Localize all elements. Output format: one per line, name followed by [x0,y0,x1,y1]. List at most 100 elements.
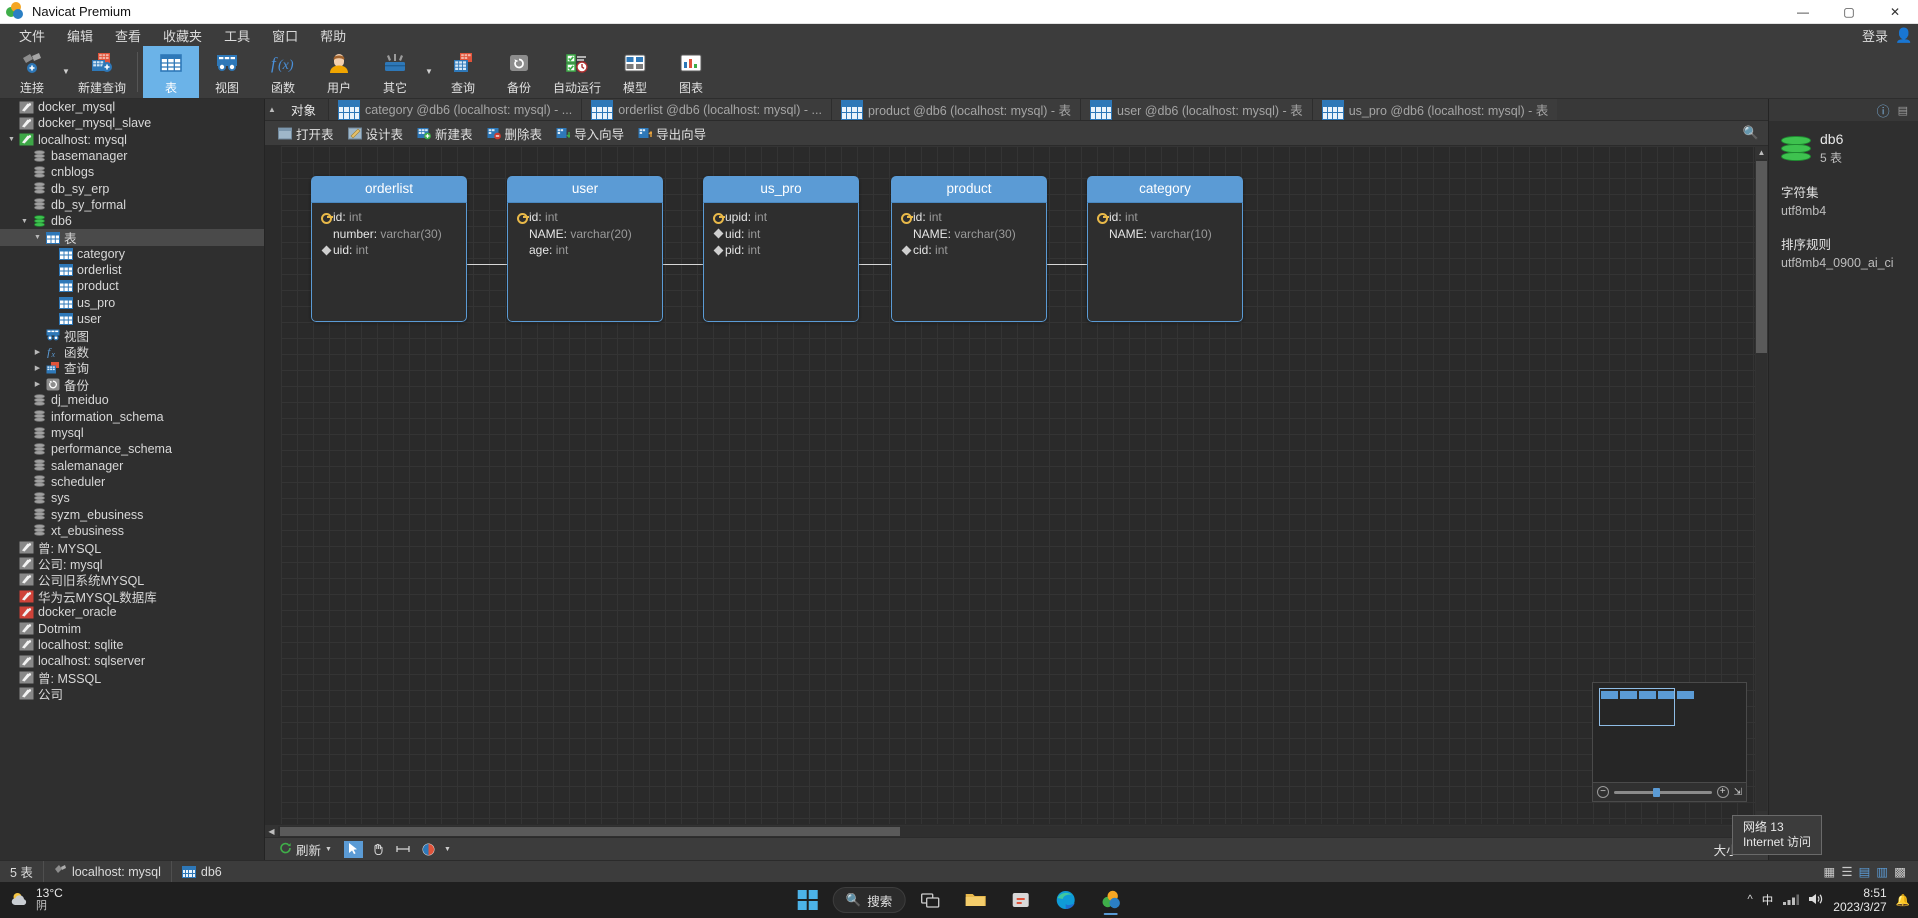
network-icon[interactable] [1782,892,1799,909]
toolbar-button-connection[interactable]: 连接 [4,46,60,98]
tree-item--mysql[interactable]: 公司: mysql [0,555,264,571]
zoom-slider-track[interactable] [1614,791,1712,794]
account-avatar-icon[interactable]: 👤 [1896,27,1912,43]
toolbar-button-other[interactable]: 其它 [367,46,423,98]
menu-item-file[interactable]: 文件 [8,24,56,47]
tree-item--[interactable]: ▶查询 [0,360,264,376]
tree-item-salemanager[interactable]: salemanager [0,458,264,474]
taskbar-clock[interactable]: 8:51 2023/3/27 [1833,886,1886,914]
toolbar-button-user[interactable]: 用户 [311,46,367,98]
tab-orderlist[interactable]: orderlist @db6 (localhost: mysql) - ... [581,99,831,120]
tree-item--mssql[interactable]: 曾: MSSQL [0,669,264,685]
relation-tool-button[interactable] [394,841,413,858]
vscroll-trough[interactable] [1756,159,1767,811]
other-dropdown-caret-icon[interactable]: ▼ [423,46,435,98]
tree-item-information_schema[interactable]: information_schema [0,409,264,425]
toolbar-button-query[interactable]: 查询 [435,46,491,98]
hscroll-thumb[interactable] [280,827,900,836]
grid-view-icon[interactable]: ▦ [1824,864,1836,879]
tree-item--[interactable]: ▶fx函数 [0,343,264,359]
tree-item-syzm_ebusiness[interactable]: syzm_ebusiness [0,506,264,522]
file-explorer-button[interactable] [955,884,995,916]
canvas-vertical-scrollbar[interactable]: ▲ ▼ [1755,146,1768,824]
tree-item-mysql[interactable]: mysql [0,425,264,441]
store-button[interactable] [1000,884,1040,916]
tree-item-localhost-sqlserver[interactable]: localhost: sqlserver [0,653,264,669]
tree-item-product[interactable]: product [0,278,264,294]
tree-item--[interactable]: 公司 [0,686,264,702]
er-view-icon[interactable]: ▥ [1876,864,1888,879]
refresh-button[interactable]: 刷新 ▼ [273,838,338,861]
menu-item-window[interactable]: 窗口 [261,24,309,47]
panel-collapse-icon[interactable]: ▤ [1898,104,1908,117]
toolbar-button-model[interactable]: 模型 [607,46,663,98]
toolbar-button-function[interactable]: f(x) 函数 [255,46,311,98]
tree-item-category[interactable]: category [0,246,264,262]
delete-table-button[interactable]: 删除表 [480,122,550,145]
tree-item-basemanager[interactable]: basemanager [0,148,264,164]
design-table-button[interactable]: 设计表 [341,122,411,145]
menu-item-view[interactable]: 查看 [104,24,152,47]
tree-item-xt_ebusiness[interactable]: xt_ebusiness [0,523,264,539]
tree-twisty-expanded-icon[interactable]: ▼ [31,234,44,241]
er-table-category[interactable]: categoryid: intNAME: varchar(10) [1087,176,1243,322]
tab-category[interactable]: category @db6 (localhost: mysql) - ... [328,99,581,120]
tree-item-docker_mysql[interactable]: docker_mysql [0,99,264,115]
tree-item-orderlist[interactable]: orderlist [0,262,264,278]
toolbar-button-new-query[interactable]: 新建查询 [72,46,132,98]
taskbar-weather[interactable]: 13°C 阴 [0,887,300,913]
export-wizard-button[interactable]: 导出向导 [631,122,713,145]
tree-item-localhost-sqlite[interactable]: localhost: sqlite [0,637,264,653]
tray-expand-icon[interactable]: ^ [1747,894,1752,906]
detail-view-icon[interactable]: ▤ [1859,864,1871,879]
zoom-slider-thumb[interactable] [1653,788,1660,797]
task-view-button[interactable] [910,884,950,916]
tree-item-localhost-mysql[interactable]: ▼localhost: mysql [0,132,264,148]
tree-item--[interactable]: 视图 [0,327,264,343]
vscroll-thumb[interactable] [1756,161,1767,353]
menu-item-favorites[interactable]: 收藏夹 [152,24,213,47]
er-table-orderlist[interactable]: orderlistid: intnumber: varchar(30)uid: … [311,176,467,322]
tree-item-scheduler[interactable]: scheduler [0,474,264,490]
select-tool-button[interactable] [344,841,363,858]
start-button[interactable] [788,884,828,916]
search-icon[interactable]: 🔍 [1743,125,1759,141]
tree-item-dotmim[interactable]: Dotmim [0,621,264,637]
er-table-user[interactable]: userid: intNAME: varchar(20)age: int [507,176,663,322]
close-button[interactable]: ✕ [1872,0,1918,24]
tree-item--mysql[interactable]: 曾: MYSQL [0,539,264,555]
minimize-button[interactable]: — [1780,0,1826,24]
er-diagram-canvas[interactable]: orderlistid: intnumber: varchar(30)uid: … [281,146,1755,824]
zoom-out-button[interactable]: − [1597,786,1609,798]
navicat-taskbar-button[interactable] [1090,884,1130,916]
tree-item-user[interactable]: user [0,311,264,327]
tree-item-db_sy_formal[interactable]: db_sy_formal [0,197,264,213]
menu-item-edit[interactable]: 编辑 [56,24,104,47]
fit-to-window-button[interactable]: ⇲ [1734,787,1742,798]
tree-item-db_sy_erp[interactable]: db_sy_erp [0,180,264,196]
connection-dropdown-caret-icon[interactable]: ▼ [60,46,72,98]
color-picker-button[interactable] [419,841,438,858]
tree-item--mysql[interactable]: 公司旧系统MYSQL [0,572,264,588]
taskbar-search-box[interactable]: 🔍 搜索 [833,887,906,913]
new-table-button[interactable]: 新建表 [410,122,480,145]
diagram-minimap[interactable]: − + ⇲ [1592,682,1747,802]
tree-item-us_pro[interactable]: us_pro [0,295,264,311]
tree-twisty-expanded-icon[interactable]: ▼ [18,218,31,225]
info-icon[interactable]: ⓘ [1877,101,1890,120]
toolbar-button-chart[interactable]: 图表 [663,46,719,98]
hscroll-trough[interactable] [278,826,1755,837]
tree-item-cnblogs[interactable]: cnblogs [0,164,264,180]
tab-object[interactable]: 对象 [279,99,328,120]
tab-user[interactable]: user @db6 (localhost: mysql) - 表 [1080,99,1312,120]
scroll-left-arrow-icon[interactable]: ◀ [265,827,278,836]
notification-center-button[interactable]: 🔔 [1896,893,1910,907]
import-wizard-button[interactable]: 导入向导 [549,122,631,145]
canvas-horizontal-scrollbar[interactable]: ◀ ▶ [265,824,1768,837]
login-link[interactable]: 登录 [1862,26,1888,45]
menu-item-help[interactable]: 帮助 [309,24,357,47]
scroll-up-arrow-icon[interactable]: ▲ [1758,146,1766,159]
tree-item--[interactable]: ▼表 [0,229,264,245]
tree-item--mysql-[interactable]: 华为云MYSQL数据库 [0,588,264,604]
tree-twisty-collapsed-icon[interactable]: ▶ [31,364,44,372]
